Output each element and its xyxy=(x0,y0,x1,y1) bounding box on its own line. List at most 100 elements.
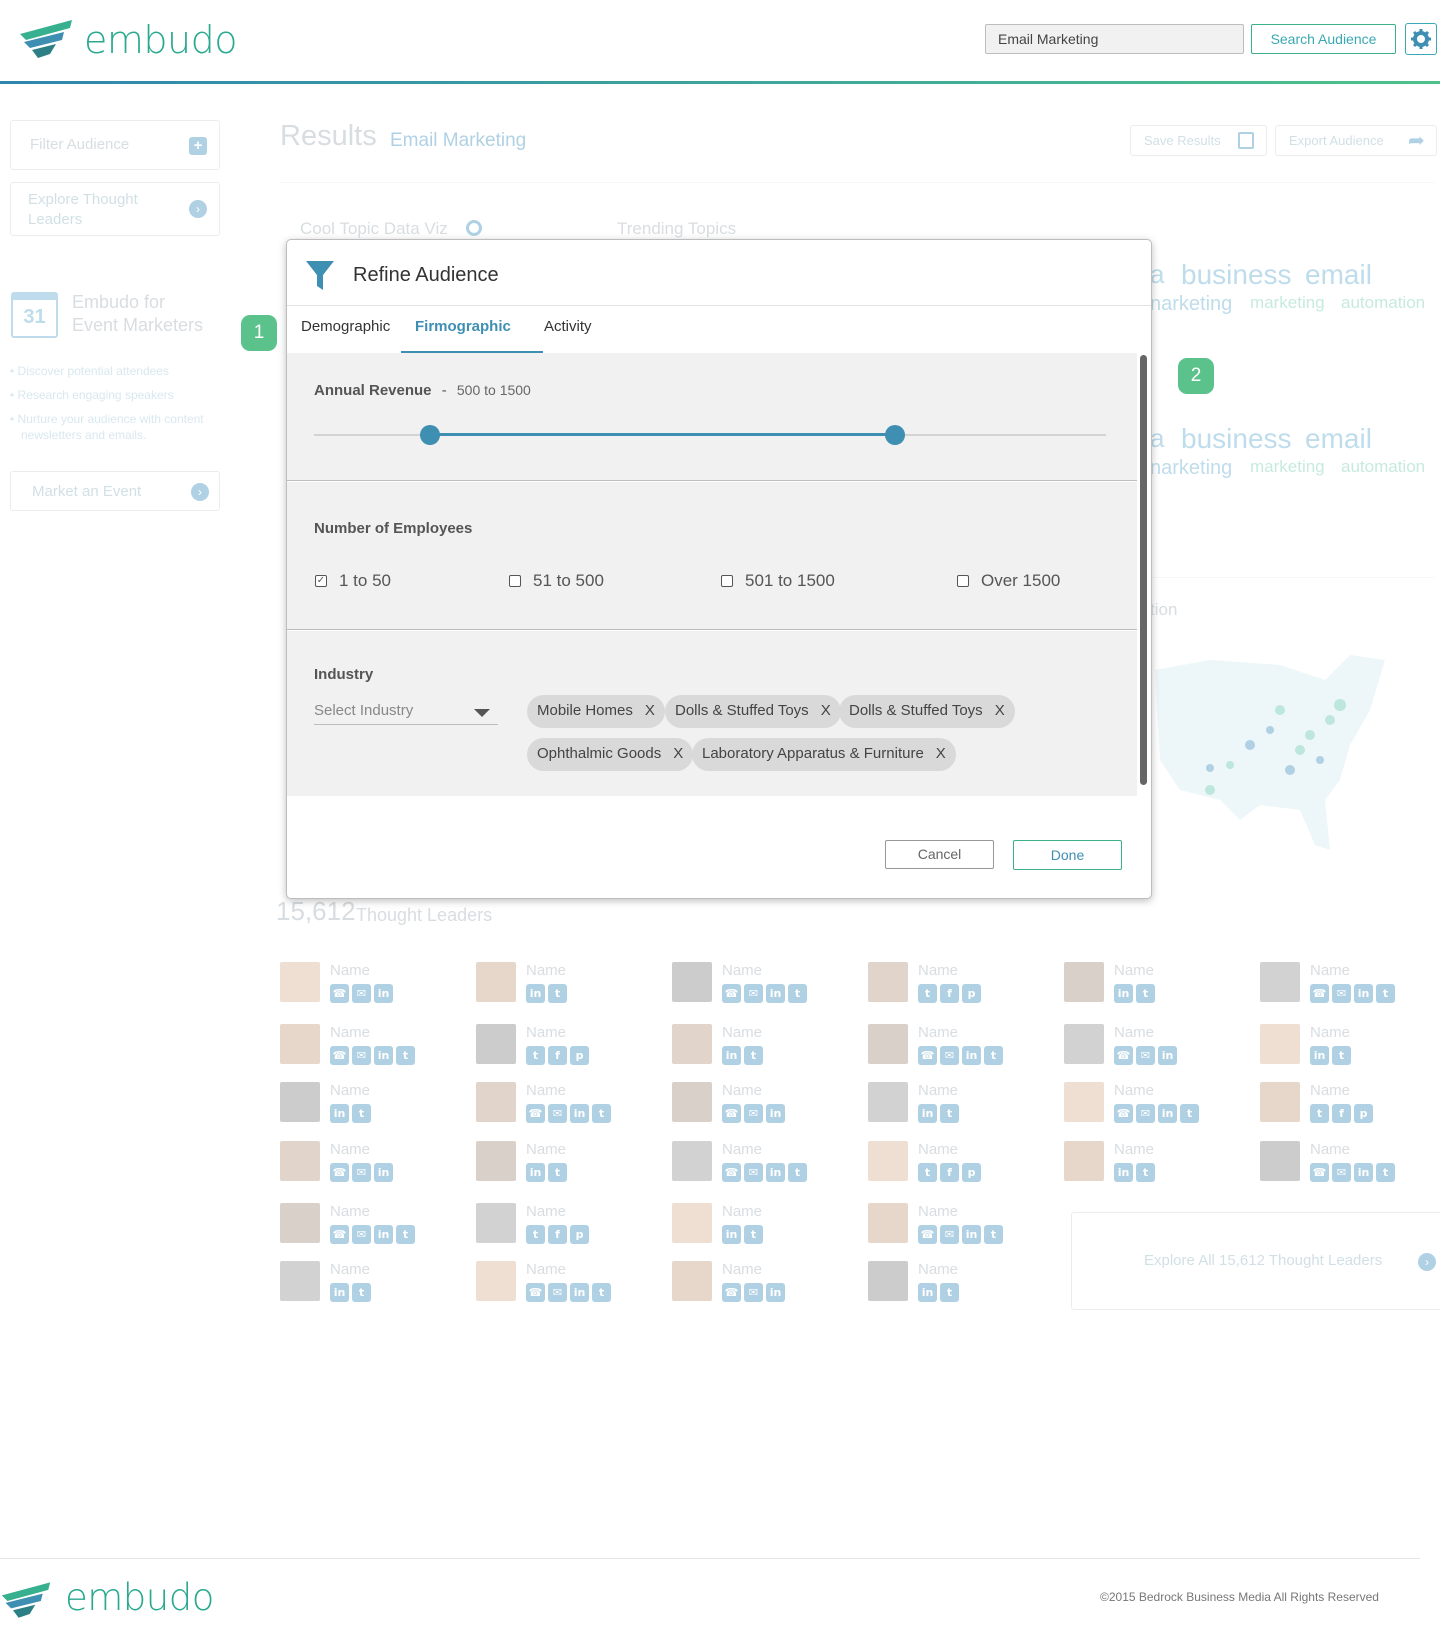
social-icon[interactable]: t xyxy=(1376,1163,1395,1182)
thought-leader-card[interactable]: Name ☎ ✉ in t xyxy=(1260,962,1440,1010)
employee-option-51-to-500[interactable]: 51 to 500 xyxy=(509,571,604,591)
thought-leader-card[interactable]: Name ☎ ✉ in xyxy=(280,962,460,1010)
social-icon[interactable]: in xyxy=(526,1163,545,1182)
social-icon[interactable]: ☎ xyxy=(722,1163,741,1182)
chip-remove-icon[interactable]: X xyxy=(673,745,683,762)
social-icon[interactable]: in xyxy=(374,1046,393,1065)
social-icon[interactable]: in xyxy=(962,1046,981,1065)
social-icon[interactable]: p xyxy=(962,1163,981,1182)
social-icon[interactable]: t xyxy=(1136,1163,1155,1182)
social-icon[interactable]: in xyxy=(722,1046,741,1065)
thought-leader-card[interactable]: Name in t xyxy=(1260,1024,1440,1072)
thought-leader-card[interactable]: Name ☎ ✉ in xyxy=(1064,1024,1244,1072)
social-icon[interactable]: t xyxy=(984,1046,1003,1065)
thought-leader-card[interactable]: Name ☎ ✉ in t xyxy=(1260,1141,1440,1189)
social-icon[interactable]: p xyxy=(1354,1104,1373,1123)
social-icon[interactable]: ✉ xyxy=(744,984,763,1003)
social-icon[interactable]: ✉ xyxy=(1136,1104,1155,1123)
thought-leader-card[interactable]: Name ☎ ✉ in t xyxy=(1064,1082,1244,1130)
social-icon[interactable]: ✉ xyxy=(744,1283,763,1302)
social-icon[interactable]: ☎ xyxy=(330,1225,349,1244)
thought-leader-card[interactable]: Name in t xyxy=(1064,1141,1244,1189)
social-icon[interactable]: in xyxy=(1158,1104,1177,1123)
social-icon[interactable]: t xyxy=(940,1283,959,1302)
social-icon[interactable]: t xyxy=(1136,984,1155,1003)
social-icon[interactable]: ✉ xyxy=(1136,1046,1155,1065)
thought-leader-card[interactable]: Name in t xyxy=(868,1261,1048,1309)
thought-leader-card[interactable]: Name ☎ ✉ in t xyxy=(672,1141,852,1189)
thought-leader-card[interactable]: Name in t xyxy=(868,1082,1048,1130)
thought-leader-card[interactable]: Name t f p xyxy=(868,962,1048,1010)
market-event-button[interactable]: Market an Event › xyxy=(10,471,220,511)
export-audience-button[interactable]: Export Audience ➦ xyxy=(1275,125,1437,156)
social-icon[interactable]: in xyxy=(330,1283,349,1302)
chip-remove-icon[interactable]: X xyxy=(995,702,1005,719)
social-icon[interactable]: f xyxy=(548,1225,567,1244)
thought-leader-card[interactable]: Name in t xyxy=(476,1141,656,1189)
social-icon[interactable]: ☎ xyxy=(526,1283,545,1302)
thought-leader-card[interactable]: Name t f p xyxy=(476,1203,656,1251)
social-icon[interactable]: f xyxy=(1332,1104,1351,1123)
thought-leader-card[interactable]: Name in t xyxy=(1064,962,1244,1010)
search-audience-button[interactable]: Search Audience xyxy=(1251,24,1396,54)
social-icon[interactable]: t xyxy=(918,984,937,1003)
social-icon[interactable]: ☎ xyxy=(1310,984,1329,1003)
social-icon[interactable]: ☎ xyxy=(330,984,349,1003)
social-icon[interactable]: ☎ xyxy=(722,1104,741,1123)
employee-option-1-to-50[interactable]: ✓ 1 to 50 xyxy=(315,571,391,591)
social-icon[interactable]: ✉ xyxy=(352,1225,371,1244)
done-button[interactable]: Done xyxy=(1013,840,1122,870)
social-icon[interactable]: in xyxy=(918,1283,937,1302)
social-icon[interactable]: in xyxy=(1114,984,1133,1003)
social-icon[interactable]: ☎ xyxy=(722,984,741,1003)
thought-leader-card[interactable]: Name ☎ ✉ in t xyxy=(672,962,852,1010)
social-icon[interactable]: f xyxy=(940,1163,959,1182)
social-icon[interactable]: in xyxy=(1114,1163,1133,1182)
thought-leader-card[interactable]: Name in t xyxy=(672,1024,852,1072)
thought-leader-card[interactable]: Name t f p xyxy=(476,1024,656,1072)
thought-leader-card[interactable]: Name ☎ ✉ in t xyxy=(280,1203,460,1251)
social-icon[interactable]: t xyxy=(396,1225,415,1244)
social-icon[interactable]: ☎ xyxy=(722,1283,741,1302)
social-icon[interactable]: ☎ xyxy=(1114,1046,1133,1065)
thought-leader-card[interactable]: Name ☎ ✉ in t xyxy=(476,1082,656,1130)
checkbox-icon[interactable] xyxy=(721,575,733,587)
tab-activity[interactable]: Activity xyxy=(544,318,592,335)
social-icon[interactable]: t xyxy=(788,984,807,1003)
thought-leader-card[interactable]: Name in t xyxy=(672,1203,852,1251)
social-icon[interactable]: in xyxy=(570,1104,589,1123)
chip-remove-icon[interactable]: X xyxy=(936,745,946,762)
social-icon[interactable]: t xyxy=(788,1163,807,1182)
social-icon[interactable]: ✉ xyxy=(548,1104,567,1123)
social-icon[interactable]: t xyxy=(548,984,567,1003)
social-icon[interactable]: in xyxy=(374,1225,393,1244)
slider-handle-max[interactable] xyxy=(884,425,905,445)
thought-leader-card[interactable]: Name in t xyxy=(280,1082,460,1130)
social-icon[interactable]: ☎ xyxy=(526,1104,545,1123)
social-icon[interactable]: in xyxy=(526,984,545,1003)
social-icon[interactable]: t xyxy=(396,1046,415,1065)
social-icon[interactable]: ✉ xyxy=(548,1283,567,1302)
thought-leader-card[interactable]: Name ☎ ✉ in t xyxy=(476,1261,656,1309)
social-icon[interactable]: t xyxy=(940,1104,959,1123)
social-icon[interactable]: in xyxy=(1310,1046,1329,1065)
social-icon[interactable]: t xyxy=(744,1225,763,1244)
cancel-button[interactable]: Cancel xyxy=(885,840,994,869)
social-icon[interactable]: t xyxy=(352,1104,371,1123)
social-icon[interactable]: ✉ xyxy=(940,1225,959,1244)
social-icon[interactable]: t xyxy=(526,1225,545,1244)
tab-firmographic[interactable]: Firmographic xyxy=(415,318,511,335)
explore-thought-leaders-button[interactable]: Explore Thought Leaders › xyxy=(10,182,220,236)
chip-remove-icon[interactable]: X xyxy=(821,702,831,719)
social-icon[interactable]: t xyxy=(548,1163,567,1182)
thought-leader-card[interactable]: Name in t xyxy=(476,962,656,1010)
thought-leader-card[interactable]: Name ☎ ✉ in t xyxy=(868,1024,1048,1072)
social-icon[interactable]: t xyxy=(918,1163,937,1182)
explore-all-button[interactable]: Explore All 15,612 Thought Leaders › xyxy=(1071,1212,1440,1310)
footer-logo[interactable]: embudo xyxy=(0,1576,214,1621)
social-icon[interactable]: t xyxy=(1180,1104,1199,1123)
social-icon[interactable]: in xyxy=(962,1225,981,1244)
social-icon[interactable]: t xyxy=(352,1283,371,1302)
social-icon[interactable]: in xyxy=(766,1104,785,1123)
social-icon[interactable]: ✉ xyxy=(352,1046,371,1065)
